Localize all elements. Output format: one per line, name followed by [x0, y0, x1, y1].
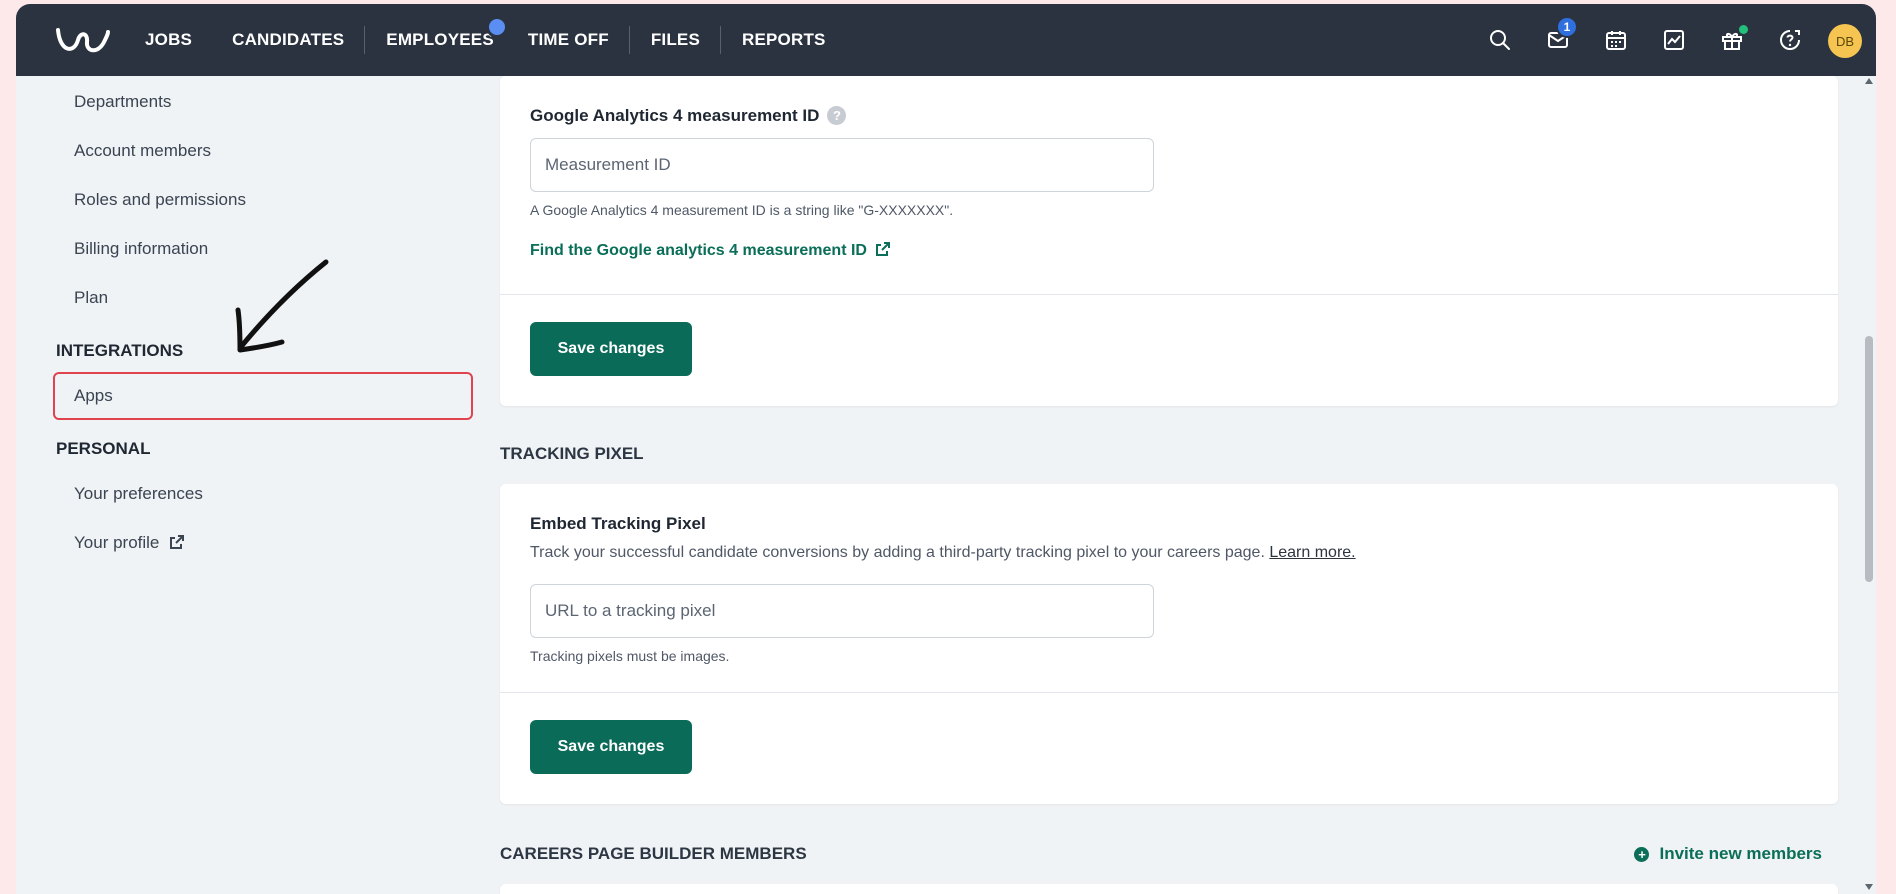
careers-members-title: CAREERS PAGE BUILDER MEMBERS: [500, 844, 807, 863]
tracking-hint: Tracking pixels must be images.: [530, 648, 730, 664]
plus-circle-icon: +: [1634, 846, 1650, 862]
tracking-label: Embed Tracking Pixel: [530, 514, 706, 533]
arrow-pointer-icon: [235, 259, 329, 353]
nav-separator: [720, 26, 721, 54]
save-changes-button[interactable]: Save changes: [530, 322, 692, 376]
notification-dot: [485, 16, 508, 38]
nav-jobs[interactable]: JOBS: [145, 30, 192, 50]
page-scrollbar[interactable]: [1862, 76, 1876, 894]
ga-label-text: Google Analytics 4 measurement ID: [530, 106, 820, 125]
save-changes-button[interactable]: Save changes: [530, 720, 692, 774]
app-window: JOBS CANDIDATES EMPLOYEES TIME OFF FILES…: [16, 4, 1876, 894]
calendar-icon[interactable]: [1604, 28, 1628, 52]
settings-sidebar: Departments Account members Roles and pe…: [16, 76, 486, 894]
integrations-heading: INTEGRATIONS: [56, 341, 184, 360]
avatar[interactable]: DB: [1828, 24, 1862, 58]
personal-heading: PERSONAL: [56, 439, 151, 458]
invite-members-button[interactable]: + Invite new members: [1634, 844, 1822, 864]
mail-icon[interactable]: 1: [1546, 16, 1578, 52]
tracking-pixel-title: TRACKING PIXEL: [500, 444, 644, 463]
sidebar-item-preferences[interactable]: Your preferences: [74, 484, 203, 504]
mail-badge: 1: [1556, 16, 1578, 38]
measurement-id-input[interactable]: [530, 138, 1154, 192]
nav-candidates[interactable]: CANDIDATES: [232, 30, 344, 50]
external-link-icon: [170, 535, 185, 549]
sidebar-item-billing[interactable]: Billing information: [74, 239, 208, 259]
logo-icon[interactable]: [54, 24, 112, 58]
tracking-description-text: Track your successful candidate conversi…: [530, 544, 1265, 561]
search-icon[interactable]: [1488, 28, 1512, 52]
learn-more-link[interactable]: Learn more.: [1269, 544, 1355, 561]
main-nav: JOBS CANDIDATES EMPLOYEES TIME OFF FILES…: [145, 4, 866, 76]
ga-hint: A Google Analytics 4 measurement ID is a…: [530, 202, 954, 218]
sidebar-item-profile[interactable]: Your profile: [74, 533, 185, 553]
find-ga-id-link-text: Find the Google analytics 4 measurement …: [530, 242, 867, 259]
nav-employees[interactable]: EMPLOYEES: [386, 16, 508, 50]
nav-reports[interactable]: REPORTS: [742, 30, 826, 50]
divider: [500, 692, 1838, 693]
tracking-pixel-card: Embed Tracking Pixel Track your successf…: [500, 484, 1838, 804]
ga-label: Google Analytics 4 measurement ID?: [530, 106, 847, 126]
scroll-up-icon[interactable]: [1865, 78, 1873, 84]
nav-files[interactable]: FILES: [651, 30, 700, 50]
sidebar-item-departments[interactable]: Departments: [74, 92, 171, 112]
google-analytics-card: Google Analytics 4 measurement ID? A Goo…: [500, 76, 1838, 406]
sidebar-item-profile-label: Your profile: [74, 533, 160, 552]
tracking-pixel-input[interactable]: [530, 584, 1154, 638]
sidebar-item-apps[interactable]: Apps: [74, 386, 113, 406]
divider: [500, 294, 1838, 295]
help-icon[interactable]: [1778, 28, 1802, 52]
sidebar-item-account-members[interactable]: Account members: [74, 141, 211, 161]
external-link-icon: [876, 242, 891, 256]
nav-separator: [364, 26, 366, 54]
apps-highlight-box: [53, 372, 473, 420]
gift-icon[interactable]: [1720, 25, 1748, 52]
sidebar-item-roles-permissions[interactable]: Roles and permissions: [74, 190, 246, 210]
sidebar-item-plan[interactable]: Plan: [74, 288, 108, 308]
nav-separator: [628, 26, 630, 54]
nav-time-off[interactable]: TIME OFF: [528, 30, 609, 50]
members-card: [500, 884, 1838, 894]
chart-icon[interactable]: [1662, 28, 1686, 52]
scrollbar-thumb[interactable]: [1865, 336, 1873, 582]
gift-notification-dot: [1739, 25, 1748, 34]
scroll-down-icon[interactable]: [1865, 884, 1873, 890]
invite-members-label: Invite new members: [1659, 844, 1822, 863]
nav-employees-label: EMPLOYEES: [386, 30, 494, 49]
find-ga-id-link[interactable]: Find the Google analytics 4 measurement …: [530, 242, 891, 260]
tracking-description: Track your successful candidate conversi…: [530, 544, 1356, 562]
top-nav: JOBS CANDIDATES EMPLOYEES TIME OFF FILES…: [16, 4, 1876, 76]
question-icon[interactable]: ?: [827, 106, 847, 125]
